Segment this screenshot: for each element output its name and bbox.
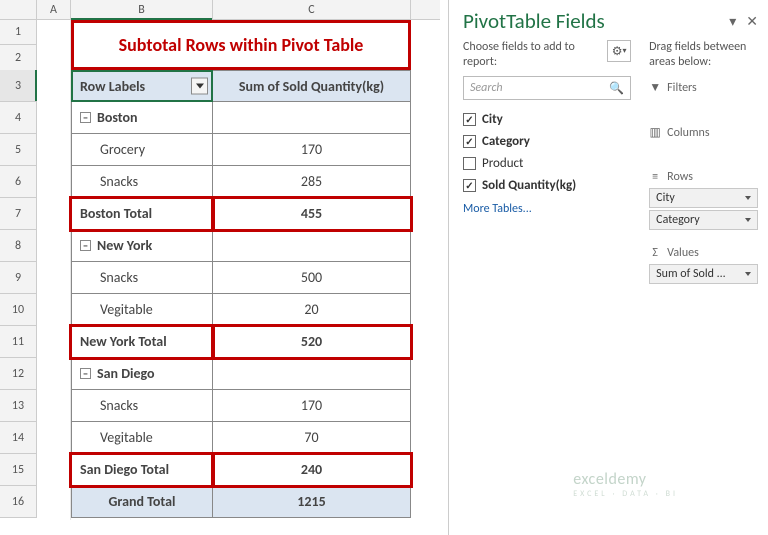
item-newyork-snacks[interactable]: Snacks <box>71 262 213 294</box>
value-sandiego-snacks[interactable]: 170 <box>213 390 411 422</box>
grand-total-value[interactable]: 1215 <box>213 486 411 518</box>
subtotal-boston-label[interactable]: Boston Total <box>71 198 213 230</box>
group-boston[interactable]: −Boston <box>71 102 213 134</box>
row-header-1[interactable]: 1 <box>0 20 37 45</box>
subtotal-boston-value[interactable]: 455 <box>213 198 411 230</box>
area-values[interactable]: ΣValues Sum of Sold ... <box>649 246 758 284</box>
title-cell[interactable]: Subtotal Rows within Pivot Table <box>71 20 411 70</box>
row-labels-filter-dropdown[interactable] <box>191 78 208 95</box>
search-icon: 🔍 <box>609 81 624 96</box>
value-sandiego-vegitable[interactable]: 70 <box>213 422 411 454</box>
pivot-row-labels-header[interactable]: Row Labels <box>71 70 213 102</box>
row-header-4[interactable]: 4 <box>0 102 37 134</box>
panel-close-icon[interactable]: ✕ <box>746 13 758 30</box>
row-chip-category[interactable]: Category <box>649 210 758 230</box>
row-header-12[interactable]: 12 <box>0 358 37 390</box>
area-columns[interactable]: ▥Columns <box>649 125 758 140</box>
row-header-13[interactable]: 13 <box>0 390 37 422</box>
item-newyork-vegitable[interactable]: Vegitable <box>71 294 213 326</box>
row-header-2[interactable]: 2 <box>0 45 37 70</box>
field-product[interactable]: Product <box>463 152 631 174</box>
row-header-15[interactable]: 15 <box>0 454 37 486</box>
value-chip-sum-sold[interactable]: Sum of Sold ... <box>649 264 758 284</box>
header-text: Row Labels <box>80 78 145 95</box>
drag-fields-label: Drag fields between areas below: <box>649 40 758 70</box>
fields-search-input[interactable]: Search 🔍 <box>463 76 631 100</box>
row-header-11[interactable]: 11 <box>0 326 37 358</box>
field-city[interactable]: ✓City <box>463 108 631 130</box>
item-boston-grocery[interactable]: Grocery <box>71 134 213 166</box>
pivot-value-header[interactable]: Sum of Sold Quantity(kg) <box>213 70 411 102</box>
group-sandiego[interactable]: −San Diego <box>71 358 213 390</box>
item-sandiego-vegitable[interactable]: Vegitable <box>71 422 213 454</box>
field-sold-quantity[interactable]: ✓Sold Quantity(kg) <box>463 174 631 196</box>
fields-layout-gear-button[interactable]: ⚙▾ <box>607 40 631 62</box>
filter-icon: ▼ <box>649 80 661 95</box>
collapse-icon[interactable]: − <box>80 240 91 251</box>
checkbox-icon[interactable] <box>463 157 476 170</box>
col-header-a[interactable]: A <box>37 0 71 19</box>
search-placeholder: Search <box>470 81 503 95</box>
collapse-icon[interactable]: − <box>80 112 91 123</box>
subtotal-sandiego-value[interactable]: 240 <box>213 454 411 486</box>
value-newyork-vegitable[interactable]: 20 <box>213 294 411 326</box>
value-boston-blank[interactable] <box>213 102 411 134</box>
area-rows[interactable]: ≡Rows City Category <box>649 170 758 230</box>
pivottable-fields-panel: PivotTable Fields ▾ ✕ Choose fields to a… <box>448 0 768 535</box>
area-filters[interactable]: ▼Filters <box>649 80 758 95</box>
values-icon: Σ <box>649 246 661 260</box>
column-a-empty[interactable] <box>37 20 71 520</box>
checkbox-icon[interactable]: ✓ <box>463 135 476 148</box>
row-header-3[interactable]: 3 <box>0 70 37 102</box>
checkbox-icon[interactable]: ✓ <box>463 179 476 192</box>
item-boston-snacks[interactable]: Snacks <box>71 166 213 198</box>
value-sandiego-blank[interactable] <box>213 358 411 390</box>
value-newyork-blank[interactable] <box>213 230 411 262</box>
more-tables-link[interactable]: More Tables... <box>463 202 631 216</box>
panel-menu-dropdown[interactable]: ▾ <box>729 13 736 30</box>
title-text: Subtotal Rows within Pivot Table <box>119 34 364 56</box>
row-header-7[interactable]: 7 <box>0 198 37 230</box>
collapse-icon[interactable]: − <box>80 368 91 379</box>
checkbox-icon[interactable]: ✓ <box>463 113 476 126</box>
value-newyork-snacks[interactable]: 500 <box>213 262 411 294</box>
select-all-corner[interactable] <box>0 0 37 19</box>
row-header-8[interactable]: 8 <box>0 230 37 262</box>
choose-fields-label: Choose fields to add to report: <box>463 40 601 70</box>
field-list: ✓City ✓Category Product ✓Sold Quantity(k… <box>463 108 631 196</box>
field-category[interactable]: ✓Category <box>463 130 631 152</box>
col-header-b[interactable]: B <box>71 0 213 19</box>
column-headers: A B C <box>0 0 440 20</box>
row-header-16[interactable]: 16 <box>0 486 37 518</box>
row-header-5[interactable]: 5 <box>0 134 37 166</box>
value-boston-grocery[interactable]: 170 <box>213 134 411 166</box>
value-boston-snacks[interactable]: 285 <box>213 166 411 198</box>
rows-icon: ≡ <box>649 170 661 184</box>
row-header-10[interactable]: 10 <box>0 294 37 326</box>
row-header-9[interactable]: 9 <box>0 262 37 294</box>
subtotal-sandiego-label[interactable]: San Diego Total <box>71 454 213 486</box>
subtotal-newyork-value[interactable]: 520 <box>213 326 411 358</box>
row-chip-city[interactable]: City <box>649 188 758 208</box>
item-sandiego-snacks[interactable]: Snacks <box>71 390 213 422</box>
row-header-6[interactable]: 6 <box>0 166 37 198</box>
group-newyork[interactable]: −New York <box>71 230 213 262</box>
row-headers: 1 2 3 4 5 6 7 8 9 10 11 12 13 14 15 16 <box>0 20 37 518</box>
subtotal-newyork-label[interactable]: New York Total <box>71 326 213 358</box>
columns-icon: ▥ <box>649 125 661 140</box>
spreadsheet-area: A B C 1 2 3 4 5 6 7 8 9 10 11 12 13 14 1… <box>0 0 440 535</box>
col-header-c[interactable]: C <box>213 0 411 19</box>
row-header-14[interactable]: 14 <box>0 422 37 454</box>
panel-title: PivotTable Fields <box>463 8 605 34</box>
grand-total-label[interactable]: Grand Total <box>71 486 213 518</box>
